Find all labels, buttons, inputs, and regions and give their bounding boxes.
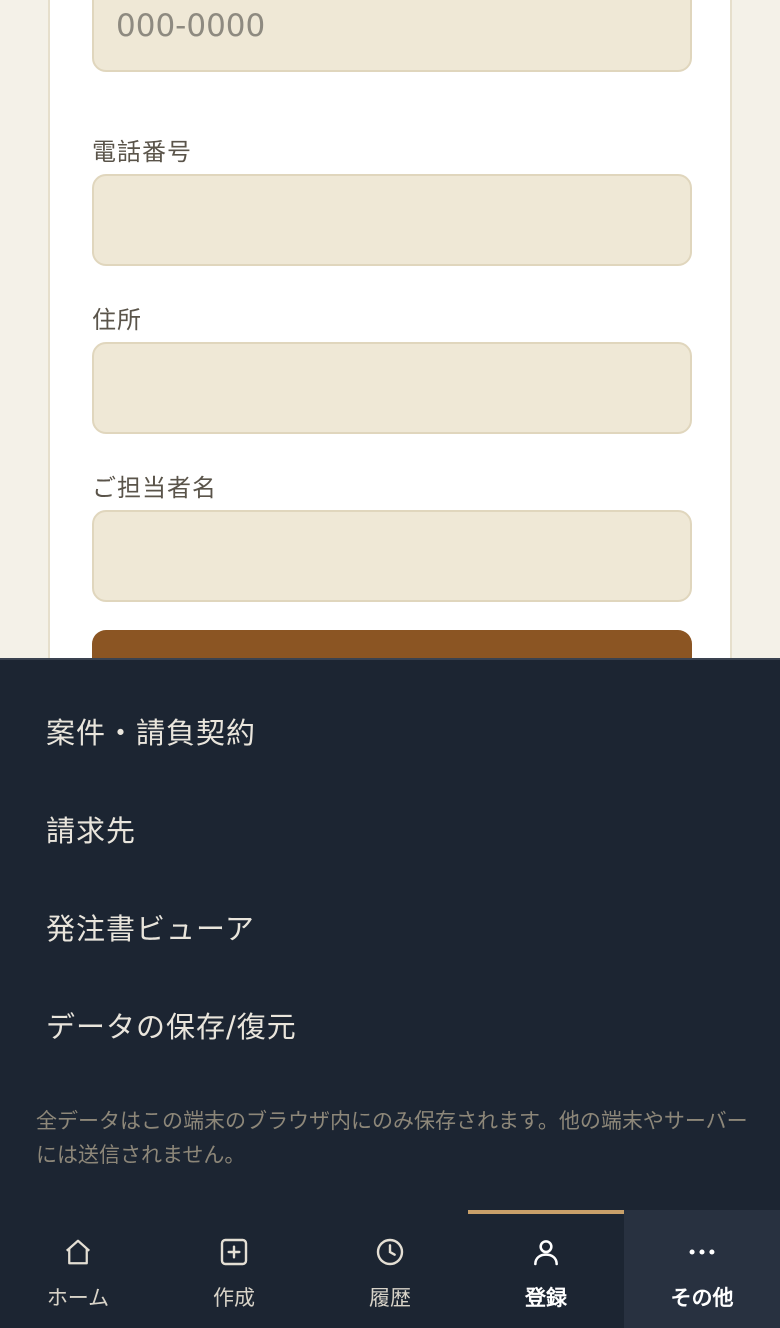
bottom-nav: ホーム 作成 履歴 登録 その他: [0, 1210, 780, 1328]
postal-code-input[interactable]: [92, 0, 692, 72]
menu-item-projects-contracts[interactable]: 案件・請負契約: [46, 710, 256, 752]
menu-item-data-backup-restore[interactable]: データの保存/復元: [46, 1004, 297, 1046]
nav-item-history[interactable]: 履歴: [312, 1210, 468, 1328]
plus-square-icon: [216, 1234, 252, 1270]
menu-item-billing-clients[interactable]: 請求先: [46, 808, 136, 850]
nav-item-home[interactable]: ホーム: [0, 1210, 156, 1328]
contact-person-label: ご担当者名: [92, 474, 217, 502]
nav-label-history: 履歴: [369, 1286, 411, 1310]
phone-input[interactable]: [92, 174, 692, 266]
more-icon: [684, 1234, 720, 1270]
nav-label-register: 登録: [525, 1286, 567, 1310]
nav-label-create: 作成: [213, 1286, 255, 1310]
address-label: 住所: [92, 306, 142, 334]
local-storage-notice: 全データはこの端末のブラウザ内にのみ保存されます。他の端末やサーバーには送信され…: [36, 1109, 748, 1167]
menu-item-purchase-order-viewer[interactable]: 発注書ビューア: [46, 906, 255, 948]
app-screen: 電話番号 住所 ご担当者名 案件・請負契約 請求先 発注書ビューア データの保存…: [0, 0, 780, 1328]
nav-item-register[interactable]: 登録: [468, 1210, 624, 1328]
nav-item-create[interactable]: 作成: [156, 1210, 312, 1328]
address-input[interactable]: [92, 342, 692, 434]
nav-label-home: ホーム: [46, 1286, 110, 1310]
more-menu-sheet: 案件・請負契約 請求先 発注書ビューア データの保存/復元 全データはこの端末の…: [0, 658, 780, 1210]
contact-person-input[interactable]: [92, 510, 692, 602]
home-icon: [60, 1234, 96, 1270]
user-icon: [528, 1234, 564, 1270]
nav-item-more[interactable]: その他: [624, 1210, 780, 1328]
nav-label-more: その他: [670, 1286, 734, 1310]
phone-label: 電話番号: [92, 138, 192, 166]
clock-icon: [372, 1234, 408, 1270]
registration-form-card: 電話番号 住所 ご担当者名: [48, 0, 732, 700]
